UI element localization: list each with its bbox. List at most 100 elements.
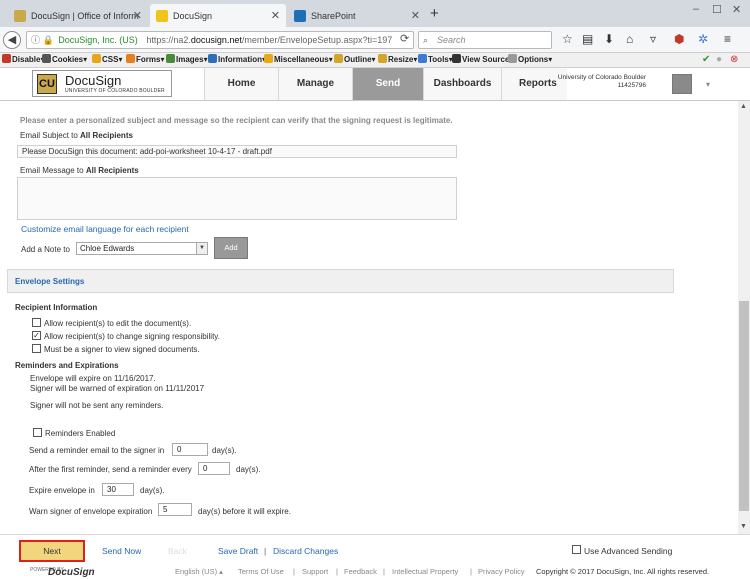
lock-icon: 🔒 — [42, 35, 54, 45]
logo-name: DocuSign — [65, 73, 122, 88]
chevron-down-icon[interactable]: ▼ — [196, 243, 207, 254]
reading-list-icon[interactable]: ▤ — [582, 32, 593, 46]
scroll-thumb[interactable] — [739, 301, 749, 511]
envelope-settings-title: Envelope Settings — [15, 277, 85, 286]
pocket-icon[interactable]: ▿ — [650, 32, 656, 46]
devbar-outline[interactable]: Outline▾ — [334, 53, 376, 67]
tab-title: DocuSign | Office of Inform — [31, 10, 139, 21]
scroll-up-icon[interactable]: ▲ — [740, 103, 747, 110]
after-first-reminder-input[interactable]: 0 — [198, 462, 230, 475]
url-bar[interactable]: ⓘ 🔒 DocuSign, Inc. (US) https://na2.docu… — [26, 31, 414, 49]
url-host: docusign.net — [190, 35, 242, 45]
feedback-link[interactable]: Feedback — [344, 567, 377, 576]
chevron-down-icon[interactable]: ▾ — [706, 80, 710, 89]
reminders-enabled-checkbox[interactable] — [33, 428, 42, 437]
home-icon[interactable]: ⌂ — [626, 32, 633, 46]
url-prefix: https://na2. — [146, 35, 191, 45]
footer-separator: | — [293, 567, 295, 576]
avatar[interactable] — [672, 74, 692, 94]
must-be-signer-checkbox[interactable] — [32, 344, 41, 353]
language-selector[interactable]: English (US) ▴ — [175, 567, 223, 576]
no-reminders-text: Signer will not be sent any reminders. — [30, 401, 164, 410]
expire-envelope-label: Expire envelope in — [29, 486, 95, 495]
bookmark-star-icon[interactable]: ☆ — [562, 32, 573, 46]
warn-expiration-input[interactable]: 5 — [158, 503, 192, 516]
docusign-logo[interactable]: CU DocuSign UNIVERSITY OF COLORADO BOULD… — [32, 70, 172, 97]
next-button[interactable]: Next — [19, 540, 85, 562]
menu-icon[interactable]: ≡ — [724, 32, 731, 46]
email-message-textarea[interactable] — [17, 177, 457, 220]
privacy-policy-link[interactable]: Privacy Policy — [478, 567, 525, 576]
minimize-button[interactable]: – — [693, 3, 699, 15]
email-subject-input[interactable]: Please DocuSign this document: add-poi-w… — [17, 145, 457, 158]
expire-envelope-input[interactable]: 30 — [102, 483, 134, 496]
back-arrow-icon[interactable]: ◀ — [3, 31, 21, 49]
options-icon — [508, 54, 517, 63]
url-path: /member/EnvelopeSetup.aspx?ti=197 — [241, 35, 393, 45]
close-window-button[interactable]: ✕ — [732, 3, 741, 16]
nav-dashboards[interactable]: Dashboards — [423, 68, 501, 100]
envelope-settings-bar[interactable]: Envelope Settings — [7, 269, 674, 293]
save-draft-link[interactable]: Save Draft — [218, 546, 258, 556]
content-scrollbar[interactable]: ▲ ▼ — [738, 101, 750, 534]
devbar-forms[interactable]: Forms▾ — [126, 53, 164, 67]
account-info[interactable]: University of Colorado Boulder 11425796 — [542, 74, 646, 90]
send-reminder-input[interactable]: 0 — [172, 443, 208, 456]
footer-separator: | — [264, 546, 267, 556]
advanced-sending-checkbox[interactable] — [572, 545, 581, 554]
devbar-options[interactable]: Options▾ — [508, 53, 552, 67]
send-now-link[interactable]: Send Now — [102, 546, 141, 556]
devbar-disable[interactable]: Disable▾ — [2, 53, 44, 67]
info-icon[interactable]: ⓘ — [31, 35, 40, 45]
note-recipient-select[interactable]: Chloe Edwards ▼ — [76, 242, 208, 255]
ublock-icon[interactable]: ⬢ — [674, 32, 684, 46]
cu-logo-icon: CU — [37, 74, 57, 94]
devbar-information[interactable]: Information▾ — [208, 53, 266, 67]
add-note-button[interactable]: Add — [214, 237, 248, 259]
back-link: Back — [168, 546, 187, 556]
discard-changes-link[interactable]: Discard Changes — [273, 546, 338, 556]
email-subject-label: Email Subject to All Recipients — [20, 131, 133, 140]
browser-tab-docusign[interactable]: DocuSign ✕ — [150, 4, 286, 27]
extension-icon[interactable]: ✲ — [698, 32, 708, 46]
images-icon — [166, 54, 175, 63]
devbar-resize[interactable]: Resize▾ — [378, 53, 417, 67]
devbar-cookies[interactable]: Cookies▾ — [42, 53, 87, 67]
warn-expiration-label: Warn signer of envelope expiration — [29, 507, 153, 516]
tab-close-icon[interactable]: ✕ — [411, 9, 420, 22]
status-error-icon: ⊗ — [730, 54, 739, 65]
send-reminder-label: Send a reminder email to the signer in — [29, 446, 165, 455]
devbar-images[interactable]: Images▾ — [166, 53, 208, 67]
scroll-down-icon[interactable]: ▼ — [740, 523, 747, 530]
maximize-button[interactable]: ☐ — [712, 3, 722, 16]
browser-search-input[interactable]: ⌕ Search — [418, 31, 552, 49]
devbar-view-source[interactable]: View Source▾ — [452, 53, 513, 67]
search-icon: ⌕ — [423, 35, 429, 45]
devbar-tools[interactable]: Tools▾ — [418, 53, 453, 67]
customize-email-link[interactable]: Customize email language for each recipi… — [21, 224, 189, 234]
intellectual-property-link[interactable]: Intellectual Property — [392, 567, 458, 576]
browser-tab-sharepoint[interactable]: SharePoint ✕ — [288, 4, 426, 27]
tab-close-icon[interactable]: ✕ — [133, 9, 142, 22]
css-icon — [92, 54, 101, 63]
allow-edit-checkbox[interactable] — [32, 318, 41, 327]
support-link[interactable]: Support — [302, 567, 328, 576]
terms-link[interactable]: Terms Of Use — [238, 567, 284, 576]
nav-home[interactable]: Home — [204, 68, 278, 100]
allow-change-responsibility-checkbox[interactable]: ✓ — [32, 331, 41, 340]
tab-close-icon[interactable]: ✕ — [271, 9, 280, 22]
logo-subtitle: UNIVERSITY OF COLORADO BOULDER — [65, 88, 165, 94]
devbar-miscellaneous[interactable]: Miscellaneous▾ — [264, 53, 333, 67]
reload-icon[interactable]: ⟳ — [400, 32, 409, 45]
must-be-signer-label: Must be a signer to view signed document… — [44, 345, 200, 354]
new-tab-button[interactable]: + — [430, 5, 439, 22]
account-id: 11425796 — [617, 82, 646, 89]
devbar-css[interactable]: CSS▾ — [92, 53, 122, 67]
reminders-enabled-label: Reminders Enabled — [45, 429, 116, 438]
nav-send[interactable]: Send — [352, 68, 423, 100]
expire-envelope-suffix: day(s). — [140, 486, 165, 495]
browser-tab-docusign-office[interactable]: DocuSign | Office of Inform ✕ — [8, 4, 148, 27]
recipient-information-heading: Recipient Information — [15, 303, 98, 312]
download-icon[interactable]: ⬇ — [604, 32, 614, 46]
nav-manage[interactable]: Manage — [278, 68, 352, 100]
